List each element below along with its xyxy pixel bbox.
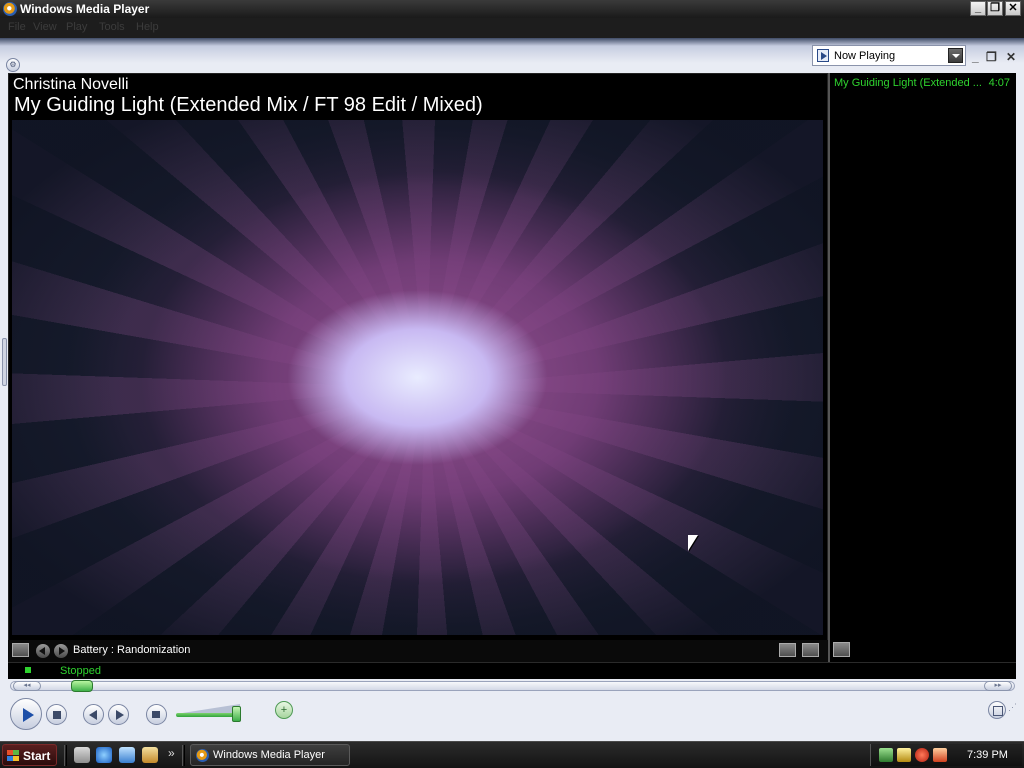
playlist-panel: My Guiding Light (Extended ... 4:07 [828,73,1016,662]
taskbar-item-label: Windows Media Player [213,749,325,761]
fast-forward-icon[interactable]: ▸▸ [984,681,1012,691]
playlist-item-duration: 4:07 [988,77,1010,89]
switch-to-skin-button[interactable] [988,701,1006,719]
antivirus-icon[interactable] [915,748,929,762]
start-button[interactable]: Start [2,744,57,766]
mouse-cursor-icon [688,535,698,551]
visualization-name: Battery : Randomization [73,644,191,656]
rewind-icon[interactable]: ◂◂ [13,681,41,691]
side-panel-grip[interactable] [2,338,7,386]
taskbar-separator [182,745,185,766]
start-label: Start [23,749,51,763]
media-player-icon [3,2,17,16]
seek-bar[interactable]: ◂◂ ▸▸ [10,680,1015,692]
now-playing-selector[interactable]: Now Playing [812,45,966,66]
visualization-select-icon[interactable] [12,643,29,657]
seek-thumb[interactable] [70,680,93,692]
volume-level [176,713,237,717]
taskbar-item-windows-media-player[interactable]: Windows Media Player [190,744,350,766]
next-visualization-button[interactable] [54,644,68,658]
panel-close-button[interactable]: ✕ [1006,50,1016,64]
taskbar: Start » Windows Media Player 7:39 PM [0,741,1024,768]
panel-restore-button[interactable]: ❐ [986,50,997,64]
show-desktop-icon[interactable] [74,747,90,763]
visualization-bar: Battery : Randomization [8,640,828,662]
video-area[interactable]: Christina Novelli My Guiding Light (Exte… [8,73,828,662]
window-title: Windows Media Player [20,2,150,16]
system-tray: 7:39 PM [870,744,1022,766]
title-bar: Windows Media Player _ ❐ ✕ [0,0,1024,18]
windows-explorer-icon[interactable] [142,747,158,763]
enhancements-button[interactable]: + [275,701,293,719]
internet-explorer-icon[interactable] [96,747,112,763]
artist-name: Christina Novelli [13,76,129,93]
menu-bar: File View Play Tools Help [0,18,1024,38]
full-screen-icon[interactable] [802,643,819,657]
status-indicator-icon [25,667,31,673]
menu-help[interactable]: Help [136,21,159,33]
show-menu-icon[interactable]: ⚙ [6,58,20,72]
chevron-down-icon[interactable] [948,48,963,63]
playlist-toggle-icon[interactable] [833,642,850,657]
previous-button[interactable] [83,704,104,725]
windows-logo-icon [7,750,19,761]
media-player-icon [196,749,209,762]
outlook-express-icon[interactable] [119,747,135,763]
volume-slider[interactable] [231,706,241,722]
resize-grip-icon[interactable]: ⋰ [1008,703,1020,718]
menu-play[interactable]: Play [66,21,87,33]
restore-button[interactable]: ❐ [987,1,1003,16]
playlist-item-title[interactable]: My Guiding Light (Extended ... [834,77,982,89]
stop-button[interactable] [46,704,67,725]
visualization-canvas [12,120,823,635]
play-button[interactable] [10,698,42,730]
clock: 7:39 PM [967,749,1008,761]
network-icon[interactable] [879,748,893,762]
close-button[interactable]: ✕ [1005,1,1021,16]
previous-visualization-button[interactable] [36,644,50,658]
taskbar-separator [64,745,67,766]
mute-button[interactable] [146,704,167,725]
menu-file[interactable]: File [8,21,26,33]
volume-tray-icon[interactable] [933,748,947,762]
menu-view[interactable]: View [33,21,57,33]
minimize-button[interactable]: _ [970,1,986,16]
now-playing-label: Now Playing [834,50,896,62]
song-title: My Guiding Light (Extended Mix / FT 98 E… [14,94,483,116]
security-icon[interactable] [897,748,911,762]
next-button[interactable] [108,704,129,725]
status-text: Stopped [60,665,101,677]
view-fit-icon[interactable] [779,643,796,657]
now-playing-icon [817,49,829,62]
quicklaunch-more-icon[interactable]: » [168,746,175,760]
menu-tools[interactable]: Tools [99,21,125,33]
status-bar: Stopped [8,662,1016,679]
panel-minimize-button[interactable]: _ [972,50,979,64]
